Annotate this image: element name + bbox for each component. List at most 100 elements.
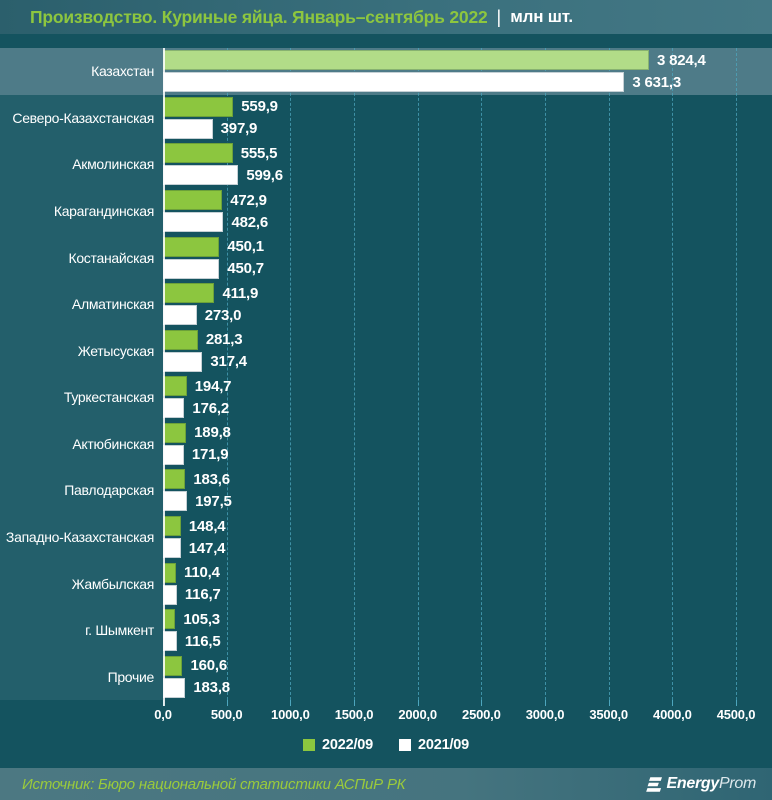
bar-value-label: 189,8 bbox=[194, 424, 231, 441]
bar-value-label: 176,2 bbox=[192, 400, 229, 417]
bar-value-label: 147,4 bbox=[189, 540, 226, 557]
bar-2021 bbox=[163, 445, 184, 465]
bar-2021 bbox=[163, 538, 181, 558]
bar-line: 183,6 bbox=[163, 469, 772, 489]
bar-line: 194,7 bbox=[163, 376, 772, 396]
category-bars: 472,9 482,6 bbox=[163, 188, 772, 235]
bar-line: 189,8 bbox=[163, 423, 772, 443]
axis-tick bbox=[609, 700, 610, 706]
logo-text-bold: Energy bbox=[667, 775, 719, 793]
legend-swatch-2021-icon bbox=[399, 739, 411, 751]
bar-2022 bbox=[163, 469, 185, 489]
bar-2021 bbox=[163, 305, 197, 325]
bar-value-label: 148,4 bbox=[189, 518, 226, 535]
legend-label-2022: 2022/09 bbox=[322, 737, 373, 753]
bar-2021 bbox=[163, 72, 624, 92]
bar-value-label: 105,3 bbox=[183, 611, 220, 628]
bar-2022 bbox=[163, 143, 233, 163]
bar-value-label: 599,6 bbox=[246, 167, 283, 184]
bar-2021 bbox=[163, 212, 223, 232]
category-label: Жамбылская bbox=[0, 560, 163, 607]
bar-2022 bbox=[163, 330, 198, 350]
bar-2022 bbox=[163, 190, 222, 210]
bar-line: 472,9 bbox=[163, 190, 772, 210]
chart-row: г. Шымкент 105,3 116,5 bbox=[0, 607, 772, 654]
bar-value-label: 317,4 bbox=[210, 353, 247, 370]
bar-2022 bbox=[163, 376, 187, 396]
category-bars: 450,1450,7 bbox=[163, 234, 772, 281]
chart-row: Карагандинская472,9 482,6 bbox=[0, 188, 772, 235]
bar-2022 bbox=[163, 97, 233, 117]
category-label: Алматинская bbox=[0, 281, 163, 328]
bar-value-label: 555,5 bbox=[241, 145, 278, 162]
bar-2021 bbox=[163, 259, 219, 279]
axis-tick bbox=[672, 700, 673, 706]
category-bars: 411,9 273,0 bbox=[163, 281, 772, 328]
category-bars: 3 824,43 631,3 bbox=[163, 48, 772, 95]
chart-row: Туркестанская194,7176,2 bbox=[0, 374, 772, 421]
chart-row: Северо-Казахстанская559,9397,9 bbox=[0, 95, 772, 142]
bar-line: 482,6 bbox=[163, 212, 772, 232]
bar-line: 147,4 bbox=[163, 538, 772, 558]
bar-value-label: 171,9 bbox=[192, 446, 229, 463]
bar-value-label: 281,3 bbox=[206, 331, 243, 348]
bar-value-label: 273,0 bbox=[205, 307, 242, 324]
category-label: Жетысуская bbox=[0, 327, 163, 374]
bar-2021 bbox=[163, 398, 184, 418]
category-label: Казахстан bbox=[0, 48, 163, 95]
bar-2021 bbox=[163, 119, 213, 139]
bar-value-label: 411,9 bbox=[222, 285, 258, 302]
energyprom-logo: EnergyProm bbox=[644, 775, 756, 793]
chart-row: Жетысуская 281,3 317,4 bbox=[0, 327, 772, 374]
category-bars: 194,7 176,2 bbox=[163, 374, 772, 421]
category-label: Павлодарская bbox=[0, 467, 163, 514]
category-bars: 555,5 599,6 bbox=[163, 141, 772, 188]
chart-header: Производство. Куриные яйца. Январь–сентя… bbox=[0, 0, 772, 34]
category-label: г. Шымкент bbox=[0, 607, 163, 654]
bar-2021 bbox=[163, 352, 202, 372]
chart-row: Прочие160,6183,8 bbox=[0, 654, 772, 701]
category-bars: 281,3 317,4 bbox=[163, 327, 772, 374]
bar-line: 411,9 bbox=[163, 283, 772, 303]
bar-value-label: 482,6 bbox=[231, 214, 268, 231]
axis-tick bbox=[736, 700, 737, 706]
bar-line: 116,5 bbox=[163, 631, 772, 651]
bar-value-label: 160,6 bbox=[190, 657, 227, 674]
bar-2021 bbox=[163, 585, 177, 605]
bar-value-label: 3 631,3 bbox=[632, 74, 681, 91]
bar-value-label: 559,9 bbox=[241, 98, 278, 115]
legend-swatch-2022-icon bbox=[303, 739, 315, 751]
category-label: Карагандинская bbox=[0, 188, 163, 235]
chart-row: Актюбинская189,8171,9 bbox=[0, 421, 772, 468]
bar-line: 110,4 bbox=[163, 563, 772, 583]
category-label: Акмолинская bbox=[0, 141, 163, 188]
bar-line: 559,9 bbox=[163, 97, 772, 117]
bar-line: 160,6 bbox=[163, 656, 772, 676]
axis-tick bbox=[227, 700, 228, 706]
y-axis-line bbox=[163, 48, 165, 706]
bar-line: 273,0 bbox=[163, 305, 772, 325]
bar-line: 176,2 bbox=[163, 398, 772, 418]
axis-tick bbox=[418, 700, 419, 706]
legend-item-2022: 2022/09 bbox=[303, 737, 373, 753]
bar-value-label: 397,9 bbox=[221, 120, 258, 137]
category-bars: 559,9 397,9 bbox=[163, 95, 772, 142]
bar-line: 116,7 bbox=[163, 585, 772, 605]
axis-tick bbox=[545, 700, 546, 706]
page-title: Производство. Куриные яйца. Январь–сентя… bbox=[30, 7, 488, 28]
axis-tick bbox=[481, 700, 482, 706]
bar-chart: Казахстан3 824,43 631,3Северо-Казахстанс… bbox=[0, 48, 772, 700]
chart-footer: Источник: Бюро национальной статистики А… bbox=[0, 768, 772, 800]
bar-2022 bbox=[163, 656, 182, 676]
chart-row: Павлодарская183,6197,5 bbox=[0, 467, 772, 514]
bar-2021 bbox=[163, 491, 187, 511]
chart-row: Казахстан3 824,43 631,3 bbox=[0, 48, 772, 95]
category-bars: 183,6197,5 bbox=[163, 467, 772, 514]
bar-value-label: 183,8 bbox=[193, 679, 230, 696]
chart-legend: 2022/09 2021/09 bbox=[0, 737, 772, 753]
bar-value-label: 450,7 bbox=[227, 260, 264, 277]
bar-2022 bbox=[163, 283, 214, 303]
category-bars: 105,3 116,5 bbox=[163, 607, 772, 654]
bar-2021 bbox=[163, 165, 238, 185]
bar-line: 171,9 bbox=[163, 445, 772, 465]
